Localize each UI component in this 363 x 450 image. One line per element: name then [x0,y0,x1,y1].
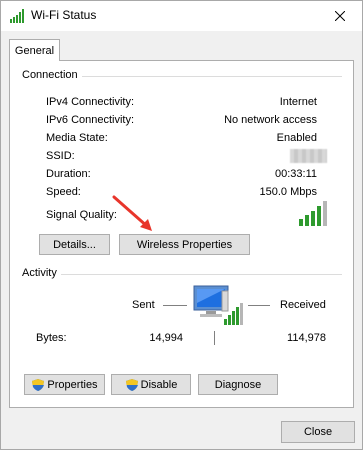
speed-label: Speed: [46,186,81,198]
sent-line [163,305,187,306]
activity-heading: Activity [22,267,61,279]
ssid-value-redacted [290,149,327,163]
shield-icon [32,378,45,391]
connection-heading: Connection [22,69,82,81]
properties-button-label: Properties [47,378,98,391]
wifi-signal-icon [10,9,24,23]
signal-quality-label: Signal Quality: [46,209,117,221]
speed-value: 150.0 Mbps [259,186,317,198]
ssid-label: SSID: [46,150,75,162]
received-line [248,305,270,306]
shield-icon [125,378,138,391]
red-arrow-icon [112,195,152,231]
close-button[interactable]: Close [281,421,355,443]
bytes-sent-value: 14,994 [149,332,183,344]
details-button[interactable]: Details... [39,234,110,255]
close-window-button[interactable] [318,1,362,31]
activity-divider [22,274,342,275]
close-icon [335,11,345,21]
close-button-label: Close [303,426,333,438]
bytes-separator [214,331,215,345]
sent-label: Sent [132,299,155,311]
properties-button[interactable]: Properties [24,374,105,395]
wifi-status-dialog: Wi-Fi Status General Connection IPv4 Con… [0,0,363,450]
tab-general-label: General [14,44,55,57]
wireless-properties-button[interactable]: Wireless Properties [119,234,250,255]
duration-value: 00:33:11 [274,168,317,180]
wireless-properties-button-label: Wireless Properties [136,238,233,251]
ipv4-label: IPv4 Connectivity: [46,96,135,108]
window-title: Wi-Fi Status [31,8,97,22]
ipv6-value: No network access [224,114,317,126]
general-panel: Connection IPv4 Connectivity: Internet I… [9,60,354,408]
received-label: Received [280,299,326,311]
disable-button-label: Disable [140,378,178,391]
ipv4-value: Internet [279,96,317,108]
ipv6-label: IPv6 Connectivity: [46,114,135,126]
tab-general[interactable]: General [9,39,60,61]
signal-strength-icon [299,201,327,226]
media-state-label: Media State: [46,132,108,144]
bytes-label: Bytes: [36,332,67,344]
bytes-received-value: 114,978 [287,332,326,344]
disable-button[interactable]: Disable [111,374,191,395]
network-computer-icon [193,285,243,325]
title-bar: Wi-Fi Status [1,1,362,31]
diagnose-button[interactable]: Diagnose [198,374,278,395]
details-button-label: Details... [53,238,96,251]
media-state-value: Enabled [276,132,317,144]
diagnose-button-label: Diagnose [214,378,262,391]
duration-label: Duration: [46,168,91,180]
